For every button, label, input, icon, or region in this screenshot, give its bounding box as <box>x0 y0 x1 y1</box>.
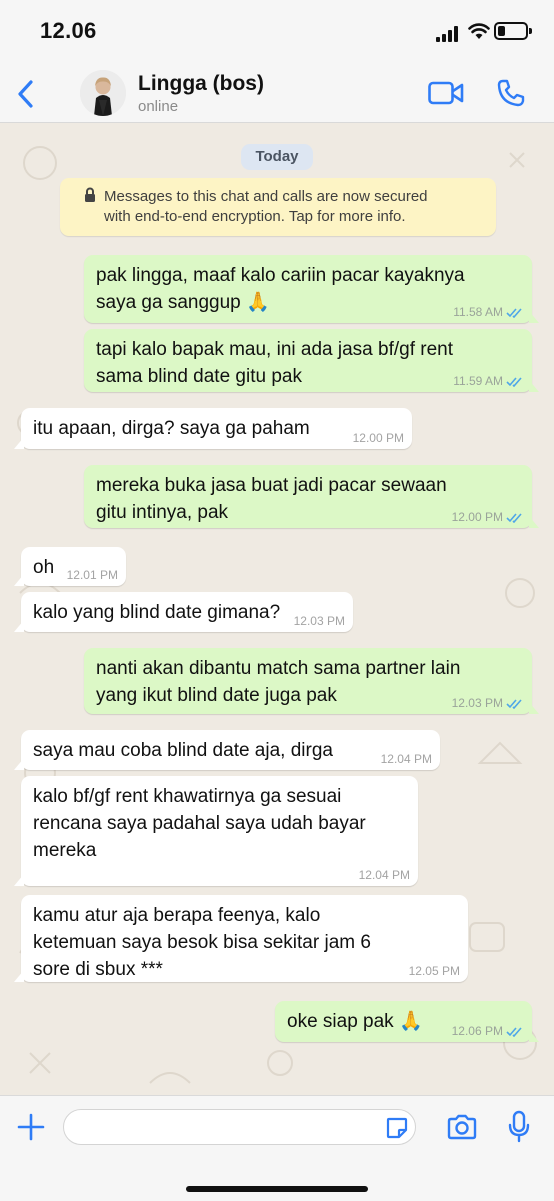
chat-area[interactable]: Today Messages to this chat and calls ar… <box>0 123 554 1095</box>
contact-status: online <box>138 98 179 115</box>
message-text: kalo bf/gf rent khawatirnya ga sesuai re… <box>33 786 366 861</box>
message-text: pak lingga, maaf kalo cariin pacar kayak… <box>96 265 465 313</box>
read-ticks-icon <box>506 1027 522 1037</box>
sticker-icon[interactable] <box>385 1116 409 1140</box>
wifi-icon <box>468 23 490 39</box>
plus-icon[interactable] <box>16 1112 46 1142</box>
read-ticks-icon <box>506 377 522 387</box>
message-incoming[interactable]: kalo bf/gf rent khawatirnya ga sesuai re… <box>14 776 418 886</box>
cellular-signal-icon <box>436 26 458 42</box>
read-ticks-icon <box>506 513 522 523</box>
camera-icon[interactable] <box>446 1113 478 1141</box>
message-incoming[interactable]: oh 12.01 PM <box>14 547 126 586</box>
message-outgoing[interactable]: tapi kalo bapak mau, ini ada jasa bf/gf … <box>84 329 539 392</box>
message-text: nanti akan dibantu match sama partner la… <box>96 658 461 706</box>
battery-icon <box>494 22 532 40</box>
message-time: 12.03 PM <box>293 614 345 628</box>
chat-header: Lingga (bos) online <box>0 66 554 123</box>
message-text: saya mau coba blind date aja, dirga <box>33 740 333 761</box>
message-text: itu apaan, dirga? saya ga paham <box>33 418 310 439</box>
back-chevron-icon[interactable] <box>12 76 42 112</box>
avatar-image <box>80 70 126 116</box>
message-meta: 12.06 PM <box>452 1024 524 1038</box>
message-incoming[interactable]: kalo yang blind date gimana? 12.03 PM <box>14 592 353 632</box>
message-time: 12.04 PM <box>380 752 432 766</box>
message-text: tapi kalo bapak mau, ini ada jasa bf/gf … <box>96 339 454 387</box>
message-incoming[interactable]: kamu atur aja berapa feenya, kalo ketemu… <box>14 895 468 982</box>
encryption-notice-text: Messages to this chat and calls are now … <box>104 188 428 225</box>
message-outgoing[interactable]: oke siap pak 🙏 12.06 PM <box>275 1001 539 1042</box>
message-outgoing[interactable]: mereka buka jasa buat jadi pacar sewaan … <box>84 465 539 528</box>
message-time: 12.05 PM <box>408 964 460 978</box>
message-meta: 12.03 PM <box>452 696 524 710</box>
message-text: oh <box>33 557 55 578</box>
date-label: Today <box>241 144 313 170</box>
read-ticks-icon <box>506 308 522 318</box>
read-ticks-icon <box>506 699 522 709</box>
video-call-icon[interactable] <box>428 80 464 106</box>
contact-name[interactable]: Lingga (bos) <box>138 72 264 96</box>
microphone-icon[interactable] <box>508 1110 530 1144</box>
phone-icon[interactable] <box>496 78 526 108</box>
message-text: mereka buka jasa buat jadi pacar sewaan … <box>96 475 447 523</box>
message-time: 12.01 PM <box>66 568 118 582</box>
lock-icon <box>85 187 95 202</box>
message-incoming[interactable]: itu apaan, dirga? saya ga paham 12.00 PM <box>14 408 412 449</box>
message-meta: 11.58 AM <box>453 305 524 319</box>
message-incoming[interactable]: saya mau coba blind date aja, dirga 12.0… <box>14 730 440 770</box>
avatar[interactable] <box>80 70 126 116</box>
message-outgoing[interactable]: pak lingga, maaf kalo cariin pacar kayak… <box>84 255 539 323</box>
message-text: oke siap pak 🙏 <box>287 1011 423 1032</box>
message-text: kalo yang blind date gimana? <box>33 602 281 623</box>
encryption-notice[interactable]: Messages to this chat and calls are now … <box>60 178 496 236</box>
message-time: 12.00 PM <box>352 431 404 445</box>
home-indicator <box>186 1186 368 1192</box>
message-outgoing[interactable]: nanti akan dibantu match sama partner la… <box>84 648 539 714</box>
message-time: 12.04 PM <box>358 868 410 882</box>
status-bar: 12.06 <box>0 0 554 66</box>
status-time: 12.06 <box>40 18 97 43</box>
message-input[interactable] <box>63 1109 416 1145</box>
message-meta: 12.00 PM <box>452 510 524 524</box>
message-meta: 11.59 AM <box>453 374 524 388</box>
message-text: kamu atur aja berapa feenya, kalo ketemu… <box>33 905 371 980</box>
